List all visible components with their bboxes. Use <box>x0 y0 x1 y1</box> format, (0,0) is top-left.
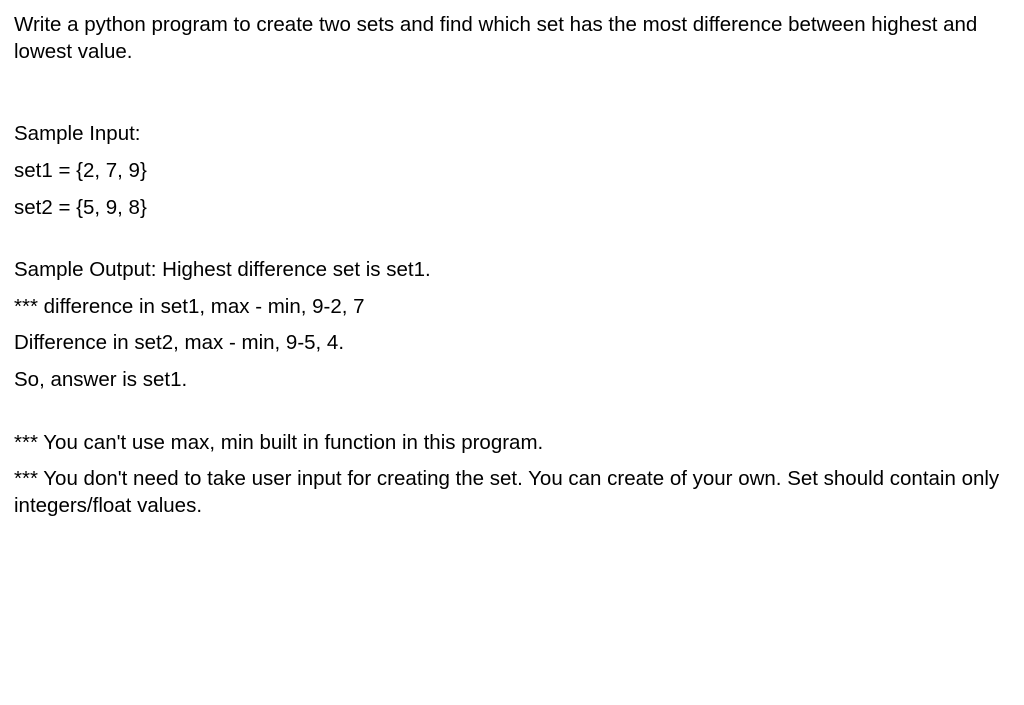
constraint-note-1: *** You can't use max, min built in func… <box>14 430 1010 457</box>
problem-statement: Write a python program to create two set… <box>14 12 1010 65</box>
constraint-note-2: *** You don't need to take user input fo… <box>14 466 1010 519</box>
explanation-diff-set2: Difference in set2, max - min, 9-5, 4. <box>14 330 1010 357</box>
sample-output-line: Sample Output: Highest difference set is… <box>14 257 1010 284</box>
explanation-answer: So, answer is set1. <box>14 367 1010 394</box>
sample-input-set1: set1 = {2, 7, 9} <box>14 158 1010 185</box>
sample-input-label: Sample Input: <box>14 121 1010 148</box>
explanation-diff-set1: *** difference in set1, max - min, 9-2, … <box>14 294 1010 321</box>
sample-input-set2: set2 = {5, 9, 8} <box>14 195 1010 222</box>
